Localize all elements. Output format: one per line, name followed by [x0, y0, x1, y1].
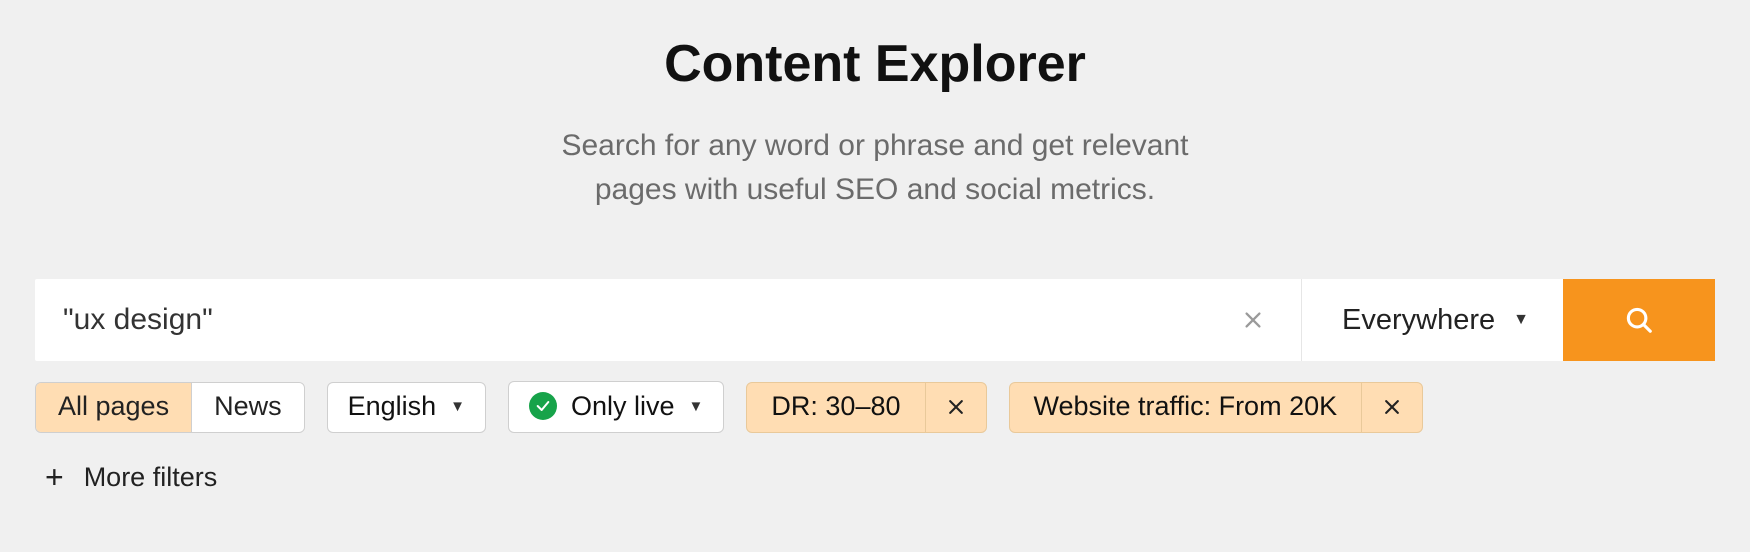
filter-chip-dr: DR: 30–80	[746, 382, 986, 433]
only-live-label: Only live	[571, 393, 675, 420]
caret-down-icon: ▼	[450, 399, 465, 414]
filters-row: All pages News English ▼ Only live ▼ DR:…	[35, 381, 1715, 433]
subtitle-line: pages with useful SEO and social metrics…	[595, 173, 1155, 206]
scope-selected-label: Everywhere	[1342, 304, 1495, 337]
page-type-segment: All pages News	[35, 382, 305, 433]
filter-chip-traffic: Website traffic: From 20K	[1009, 382, 1424, 433]
plus-icon: +	[45, 461, 64, 493]
page-title: Content Explorer	[35, 34, 1715, 94]
filter-chip-remove[interactable]	[925, 383, 986, 432]
only-live-filter[interactable]: Only live ▼	[508, 381, 724, 433]
language-filter[interactable]: English ▼	[327, 382, 486, 433]
filter-chip-remove[interactable]	[1361, 383, 1422, 432]
search-icon	[1624, 305, 1654, 335]
search-input-wrap	[35, 279, 1301, 361]
filter-chip-label[interactable]: DR: 30–80	[747, 383, 924, 432]
page-subtitle: Search for any word or phrase and get re…	[35, 124, 1715, 211]
segment-news[interactable]: News	[191, 383, 304, 432]
search-button[interactable]	[1563, 279, 1715, 361]
subtitle-line: Search for any word or phrase and get re…	[561, 129, 1188, 162]
filter-chip-label[interactable]: Website traffic: From 20K	[1010, 383, 1362, 432]
more-filters-label: More filters	[84, 462, 218, 493]
close-icon	[946, 397, 966, 417]
more-filters-button[interactable]: + More filters	[35, 461, 1715, 493]
search-input[interactable]	[63, 303, 1233, 337]
caret-down-icon: ▼	[689, 399, 704, 414]
clear-search-button[interactable]	[1233, 300, 1273, 340]
scope-select[interactable]: Everywhere ▼	[1301, 279, 1563, 361]
language-label: English	[348, 393, 437, 420]
checkmark-circle-icon	[529, 392, 557, 420]
caret-down-icon: ▼	[1513, 311, 1529, 329]
search-bar: Everywhere ▼	[35, 279, 1715, 361]
segment-all-pages[interactable]: All pages	[36, 383, 191, 432]
close-icon	[1382, 397, 1402, 417]
close-icon	[1242, 309, 1264, 331]
